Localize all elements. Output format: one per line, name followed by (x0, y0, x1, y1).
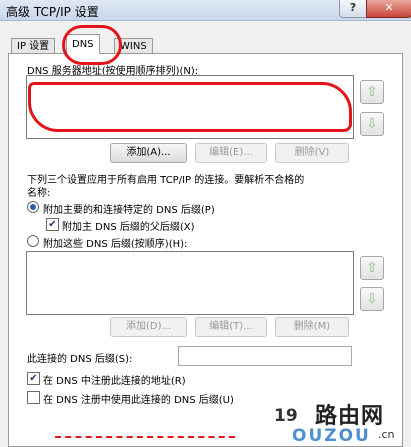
check-use-suffix-label: 在 DNS 注册中使用此连接的 DNS 后缀(U) (43, 395, 234, 406)
close-button[interactable]: ✕ (366, 0, 411, 18)
move-up-button[interactable]: ⇧ (360, 80, 384, 104)
check-append-parent-label: 附加主 DNS 后缀的父后缀(X) (62, 222, 195, 233)
radio-append-these[interactable] (27, 235, 39, 247)
dns-tab-panel: DNS 服务器地址(按使用顺序排列)(N): ⇧ ⇩ 添加(A)... 编辑(E… (8, 53, 403, 447)
dns-remove-button[interactable]: 删除(V) (275, 143, 349, 163)
window-title: 高级 TCP/IP 设置 (6, 5, 99, 19)
title-bar: 高级 TCP/IP 设置 ? ✕ (0, 0, 411, 21)
suffix-info-text-line2: 名称: (27, 188, 51, 199)
arrow-down-icon: ⇩ (366, 291, 378, 307)
dns-edit-button[interactable]: 编辑(E)... (195, 143, 267, 163)
suffix-add-button[interactable]: 添加(D)... (110, 317, 187, 337)
move-down-button[interactable]: ⇩ (360, 112, 384, 136)
dns-suffix-list[interactable] (26, 251, 354, 315)
check-register-address[interactable]: ✔ (27, 372, 40, 385)
check-append-parent[interactable]: ✔ (46, 218, 59, 231)
suffix-move-up-button[interactable]: ⇧ (360, 256, 384, 280)
help-button[interactable]: ? (339, 0, 367, 18)
annotation-box-dns-list (28, 82, 352, 132)
connection-suffix-input[interactable] (178, 346, 352, 366)
dns-add-button[interactable]: 添加(A)... (110, 143, 187, 163)
site-watermark: 19 路由网 OUZOU .cn (268, 398, 410, 447)
watermark-brand-en: OUZOU (292, 426, 371, 446)
suffix-remove-button[interactable]: 删除(M) (275, 317, 349, 337)
connection-suffix-label: 此连接的 DNS 后缀(S): (27, 354, 133, 365)
annotation-circle-dns-tab (62, 25, 122, 65)
check-use-suffix[interactable] (27, 391, 40, 404)
tab-ip-settings[interactable]: IP 设置 (11, 38, 56, 54)
suffix-move-down-button[interactable]: ⇩ (360, 287, 384, 311)
check-register-address-label: 在 DNS 中注册此连接的地址(R) (43, 376, 186, 387)
radio-append-primary-label: 附加主要的和连接特定的 DNS 后缀(P) (43, 205, 215, 216)
suffix-edit-button[interactable]: 编辑(T)... (195, 317, 267, 337)
annotation-scribble-bottom (55, 436, 235, 441)
suffix-info-text-line1: 下列三个设置应用于所有启用 TCP/IP 的连接。要解析不合格的 (27, 175, 305, 186)
arrow-up-icon: ⇧ (366, 84, 378, 100)
radio-append-primary[interactable] (27, 201, 39, 213)
watermark-number: 19 (274, 406, 298, 426)
arrow-down-icon: ⇩ (366, 116, 378, 132)
arrow-up-icon: ⇧ (366, 260, 378, 276)
watermark-domain: .cn (378, 428, 395, 441)
radio-append-these-label: 附加这些 DNS 后缀(按顺序)(H): (43, 239, 188, 250)
